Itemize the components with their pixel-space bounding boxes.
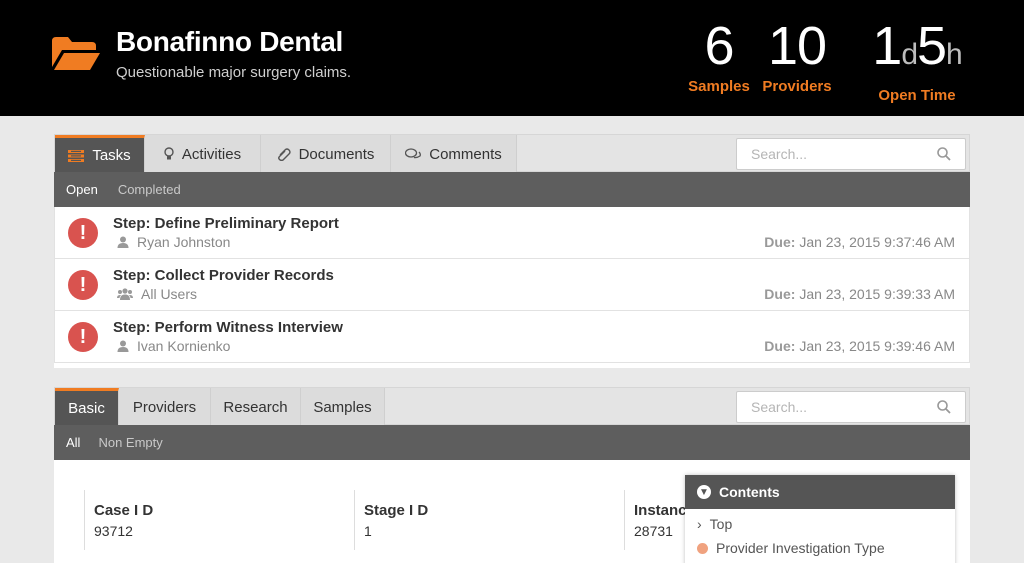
tasks-tabbar: Tasks Activities Documents Comments Sear… xyxy=(54,134,970,173)
tab-providers[interactable]: Providers xyxy=(119,388,211,426)
task-title: Step: Perform Witness Interview xyxy=(113,319,343,336)
task-due: Due: Jan 23, 2015 9:37:46 AM xyxy=(764,234,955,250)
details-tabbar: Basic Providers Research Samples Search.… xyxy=(54,387,970,426)
folder-icon xyxy=(52,37,100,70)
tab-samples[interactable]: Samples xyxy=(301,388,385,426)
chevron-right-icon: › xyxy=(697,516,702,532)
tasks-filter-bar: Open Completed xyxy=(54,172,970,207)
tab-documents[interactable]: Documents xyxy=(261,135,391,173)
task-assignee-name: Ivan Kornienko xyxy=(137,338,231,354)
due-label: Due: xyxy=(764,338,796,354)
tasks-search-input[interactable]: Search... xyxy=(736,138,966,170)
providers-count: 10 xyxy=(767,16,827,76)
due-label: Due: xyxy=(764,234,796,250)
open-time-days-unit: d xyxy=(901,38,918,71)
contents-item-label: Top xyxy=(709,516,733,532)
task-assignee: Ryan Johnston xyxy=(117,234,230,250)
task-assignee-name: All Users xyxy=(141,286,198,302)
tab-basic[interactable]: Basic xyxy=(55,388,119,426)
open-time-stat: 1d5h Open Time xyxy=(860,18,974,104)
tasks-search-placeholder: Search... xyxy=(751,146,808,162)
details-search-input[interactable]: Search... xyxy=(736,391,966,423)
lightbulb-icon xyxy=(164,147,174,160)
tab-activities-label: Activities xyxy=(181,145,242,163)
filter-open[interactable]: Open xyxy=(66,182,98,197)
field-label: Case I D xyxy=(94,502,154,519)
task-due-date: Jan 23, 2015 9:39:46 AM xyxy=(799,338,955,354)
task-title: Step: Define Preliminary Report xyxy=(113,215,339,232)
open-time-hours-unit: h xyxy=(946,38,963,71)
samples-count: 6 xyxy=(704,16,734,76)
tab-activities[interactable]: Activities xyxy=(145,135,261,173)
contents-item-top[interactable]: › Top xyxy=(685,513,955,535)
tab-tasks-label: Tasks xyxy=(92,147,131,164)
chevron-down-circle-icon: ▼ xyxy=(697,485,711,499)
contents-item-provider-investigation-type[interactable]: Provider Investigation Type xyxy=(685,537,955,559)
field-value: 93712 xyxy=(94,523,133,539)
page-subtitle: Questionable major surgery claims. xyxy=(116,64,352,81)
users-icon xyxy=(117,288,133,300)
status-dot-icon xyxy=(697,542,708,554)
contents-popover: ▼ Contents › Top Provider Investigation … xyxy=(685,475,955,563)
stage-id-field: Stage I D 1 xyxy=(354,490,624,550)
case-id-field: Case I D 93712 xyxy=(84,490,354,550)
field-value: 1 xyxy=(364,523,372,539)
tab-tasks[interactable]: Tasks xyxy=(55,135,145,173)
open-time-days: 1 xyxy=(872,16,902,76)
task-item[interactable]: ! Step: Perform Witness Interview Ivan K… xyxy=(54,311,970,363)
tab-documents-label: Documents xyxy=(298,145,375,163)
user-icon xyxy=(117,236,129,248)
tab-comments[interactable]: Comments xyxy=(391,135,517,173)
open-time-hours: 5 xyxy=(917,16,947,76)
alert-icon: ! xyxy=(68,218,98,248)
comments-icon xyxy=(405,147,422,158)
contents-header[interactable]: ▼ Contents xyxy=(685,475,955,509)
due-label: Due: xyxy=(764,286,796,302)
tasks-panel: Tasks Activities Documents Comments Sear… xyxy=(54,134,970,368)
task-item[interactable]: ! Step: Define Preliminary Report Ryan J… xyxy=(54,207,970,259)
task-due: Due: Jan 23, 2015 9:39:46 AM xyxy=(764,338,955,354)
tab-research[interactable]: Research xyxy=(211,388,301,426)
user-icon xyxy=(117,340,129,352)
contents-title: Contents xyxy=(719,484,780,500)
field-label: Stage I D xyxy=(364,502,429,519)
filter-completed[interactable]: Completed xyxy=(118,182,181,197)
samples-label: Samples xyxy=(688,78,750,95)
search-icon[interactable] xyxy=(937,147,951,161)
details-search-placeholder: Search... xyxy=(751,399,808,415)
task-item[interactable]: ! Step: Collect Provider Records All Use… xyxy=(54,259,970,311)
header: Bonafinno Dental Questionable major surg… xyxy=(0,0,1024,116)
alert-icon: ! xyxy=(68,322,98,352)
task-list: ! Step: Define Preliminary Report Ryan J… xyxy=(54,207,970,363)
open-time-value: 1d5h xyxy=(860,18,974,83)
task-due-date: Jan 23, 2015 9:39:33 AM xyxy=(799,286,955,302)
task-assignee: All Users xyxy=(117,286,197,302)
task-due: Due: Jan 23, 2015 9:39:33 AM xyxy=(764,286,955,302)
task-assignee-name: Ryan Johnston xyxy=(137,234,231,250)
task-title: Step: Collect Provider Records xyxy=(113,267,334,284)
providers-label: Providers xyxy=(762,78,832,95)
samples-stat: 6 Samples xyxy=(688,18,750,95)
contents-item-label: Provider Investigation Type xyxy=(716,540,885,556)
providers-stat: 10 Providers xyxy=(760,18,834,95)
alert-icon: ! xyxy=(68,270,98,300)
task-assignee: Ivan Kornienko xyxy=(117,338,230,354)
page-title: Bonafinno Dental xyxy=(116,26,343,57)
tasks-icon xyxy=(68,149,85,162)
filter-all[interactable]: All xyxy=(66,435,80,450)
open-time-label: Open Time xyxy=(878,87,956,104)
paperclip-icon xyxy=(277,148,291,161)
filter-non-empty[interactable]: Non Empty xyxy=(98,435,162,450)
details-filter-bar: All Non Empty xyxy=(54,425,970,460)
task-due-date: Jan 23, 2015 9:37:46 AM xyxy=(799,234,955,250)
tab-comments-label: Comments xyxy=(429,145,502,163)
search-icon[interactable] xyxy=(937,400,951,414)
